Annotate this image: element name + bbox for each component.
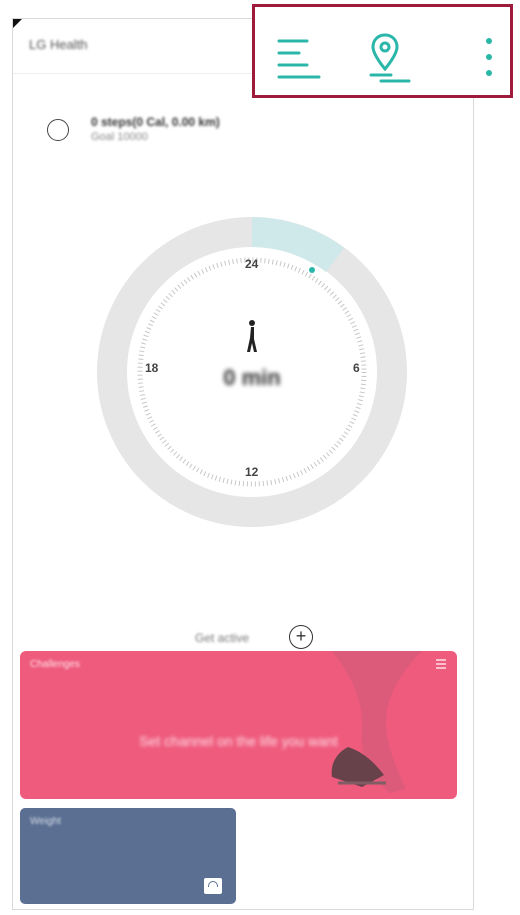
weight-card[interactable]: Weight bbox=[20, 808, 236, 904]
active-minutes-value: 0 min bbox=[223, 365, 281, 390]
map-route-icon bbox=[369, 33, 411, 83]
get-active-label: Get active bbox=[195, 631, 250, 645]
runner-image bbox=[331, 651, 422, 793]
activity-dial: 24 6 12 18 0 min bbox=[93, 213, 411, 531]
walking-person-icon bbox=[247, 320, 257, 352]
map-route-button[interactable] bbox=[361, 29, 417, 85]
more-options-button[interactable] bbox=[463, 29, 519, 85]
weight-title: Weight bbox=[30, 816, 61, 827]
menu-lines-button[interactable] bbox=[271, 29, 327, 85]
dial-label-top: 24 bbox=[245, 257, 259, 271]
toolbar-highlight bbox=[252, 4, 513, 98]
step-goal: Goal 10000 bbox=[91, 131, 148, 143]
shoe-icon bbox=[47, 119, 69, 141]
challenge-text: Set channel on the life you want bbox=[139, 733, 338, 749]
menu-lines-icon bbox=[277, 39, 321, 79]
challenge-title: Challenges bbox=[30, 659, 81, 670]
more-vertical-icon bbox=[486, 38, 492, 76]
scale-icon bbox=[204, 878, 222, 894]
plus-circle-icon: + bbox=[289, 625, 313, 649]
step-summary: 0 steps(0 Cal, 0.00 km) Goal 10000 bbox=[43, 113, 343, 153]
challenge-card[interactable]: Challenges Set channel on the life you w… bbox=[20, 651, 457, 799]
dial-label-bottom: 12 bbox=[245, 465, 259, 479]
step-summary-main: 0 steps(0 Cal, 0.00 km) bbox=[91, 115, 220, 129]
app-title: LG Health bbox=[29, 37, 88, 52]
